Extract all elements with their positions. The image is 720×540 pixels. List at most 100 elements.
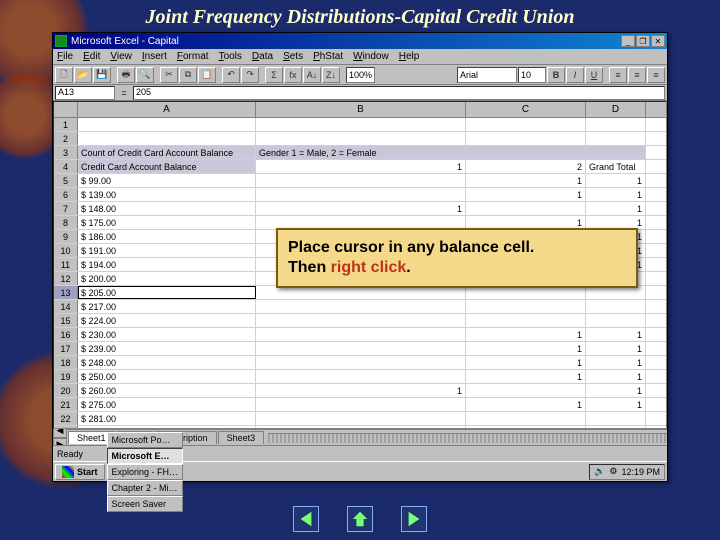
cell[interactable] — [466, 412, 586, 425]
cell[interactable] — [466, 426, 586, 428]
row-17[interactable]: 17$ 239.0011 — [54, 342, 666, 356]
row-header[interactable]: 20 — [54, 384, 78, 397]
cell[interactable]: 1 — [586, 174, 646, 187]
sort-desc-button[interactable]: Z↓ — [322, 67, 340, 83]
cell[interactable] — [256, 188, 466, 201]
cell[interactable] — [256, 314, 466, 327]
row-header[interactable]: 4 — [54, 160, 78, 173]
new-button[interactable]: 🗋 — [55, 67, 73, 83]
close-button[interactable]: ✕ — [651, 35, 665, 47]
row-5[interactable]: 5$ 99.0011 — [54, 174, 666, 188]
menu-sets[interactable]: Sets — [283, 51, 303, 62]
row-4[interactable]: 4Credit Card Account Balance12Grand Tota… — [54, 160, 666, 174]
row-3[interactable]: 3Count of Credit Card Account BalanceGen… — [54, 146, 666, 160]
cell[interactable]: $ 260.00 — [78, 384, 256, 397]
taskbar-item[interactable]: Microsoft E… — [107, 448, 184, 464]
row-header[interactable]: 22 — [54, 412, 78, 425]
taskbar-item[interactable]: Microsoft Po… — [107, 432, 184, 448]
cell[interactable] — [586, 412, 646, 425]
cell[interactable]: 1 — [466, 342, 586, 355]
cell[interactable]: 1 — [586, 384, 646, 397]
cell[interactable] — [586, 300, 646, 313]
font-name-select[interactable]: Arial — [457, 67, 517, 83]
cell[interactable] — [256, 300, 466, 313]
cell[interactable] — [466, 384, 586, 397]
row-header[interactable]: 12 — [54, 272, 78, 285]
row-header[interactable]: 6 — [54, 188, 78, 201]
cell[interactable] — [256, 342, 466, 355]
cell[interactable] — [256, 412, 466, 425]
cell[interactable]: 1 — [256, 160, 466, 173]
sheet-tab-sheet3[interactable]: Sheet3 — [218, 431, 265, 444]
menu-window[interactable]: Window — [353, 51, 389, 62]
cell[interactable] — [466, 146, 586, 159]
sort-asc-button[interactable]: A↓ — [303, 67, 321, 83]
row-19[interactable]: 19$ 250.0011 — [54, 370, 666, 384]
cell[interactable]: 1 — [586, 202, 646, 215]
cell[interactable]: 1 — [466, 356, 586, 369]
save-button[interactable]: 💾 — [93, 67, 111, 83]
row-15[interactable]: 15$ 224.00 — [54, 314, 666, 328]
cell[interactable] — [586, 118, 646, 131]
cell[interactable]: Grand Total — [586, 160, 646, 173]
cell[interactable]: $ 250.00 — [78, 370, 256, 383]
row-header[interactable]: 18 — [54, 356, 78, 369]
cell[interactable]: $ 239.00 — [78, 342, 256, 355]
menu-tools[interactable]: Tools — [219, 51, 242, 62]
home-slide-button[interactable] — [347, 506, 373, 532]
system-tray[interactable]: 🔊 ⚙ 12:19 PM — [589, 464, 665, 480]
menu-view[interactable]: View — [110, 51, 132, 62]
row-header[interactable]: 19 — [54, 370, 78, 383]
row-header[interactable]: 14 — [54, 300, 78, 313]
autosum-button[interactable]: Σ — [265, 67, 283, 83]
row-header[interactable]: 23 — [54, 426, 78, 428]
preview-button[interactable]: 🔍 — [136, 67, 154, 83]
cell[interactable]: $ 194.00 — [78, 258, 256, 271]
row-header[interactable]: 16 — [54, 328, 78, 341]
menu-file[interactable]: File — [57, 51, 73, 62]
row-1[interactable]: 1 — [54, 118, 666, 132]
cell[interactable]: 1 — [466, 328, 586, 341]
cell[interactable]: 1 — [256, 202, 466, 215]
row-header[interactable]: 2 — [54, 132, 78, 145]
row-header[interactable]: 21 — [54, 398, 78, 411]
cell[interactable]: 1 — [586, 356, 646, 369]
menu-edit[interactable]: Edit — [83, 51, 100, 62]
cell[interactable]: $ 205.00 — [78, 286, 256, 299]
cell[interactable]: Credit Card Account Balance — [78, 160, 256, 173]
cell[interactable]: 1 — [466, 174, 586, 187]
cell[interactable]: 1 — [586, 370, 646, 383]
cell[interactable] — [256, 328, 466, 341]
row-21[interactable]: 21$ 275.0011 — [54, 398, 666, 412]
align-center-button[interactable]: ≡ — [628, 67, 646, 83]
cell[interactable]: $ 291.00 — [78, 426, 256, 428]
name-box[interactable]: A13 — [55, 86, 115, 100]
menu-format[interactable]: Format — [177, 51, 209, 62]
taskbar-item[interactable]: Exploring - FH… — [107, 464, 184, 480]
cell[interactable] — [256, 370, 466, 383]
row-header[interactable]: 13 — [54, 286, 78, 299]
row-6[interactable]: 6$ 139.0011 — [54, 188, 666, 202]
maximize-button[interactable]: ❐ — [636, 35, 650, 47]
cell[interactable] — [586, 426, 646, 428]
cell[interactable]: $ 148.00 — [78, 202, 256, 215]
print-button[interactable]: 🖶 — [117, 67, 135, 83]
cell[interactable]: 1 — [466, 188, 586, 201]
row-header[interactable]: 15 — [54, 314, 78, 327]
cell[interactable]: $ 186.00 — [78, 230, 256, 243]
italic-button[interactable]: I — [566, 67, 584, 83]
row-header[interactable]: 10 — [54, 244, 78, 257]
undo-button[interactable]: ↶ — [222, 67, 240, 83]
cell[interactable]: 1 — [586, 398, 646, 411]
menu-insert[interactable]: Insert — [142, 51, 167, 62]
cell[interactable] — [466, 118, 586, 131]
cell[interactable] — [256, 132, 466, 145]
col-header-b[interactable]: B — [256, 102, 466, 117]
cell[interactable]: Gender 1 = Male, 2 = Female — [256, 146, 466, 159]
underline-button[interactable]: U — [585, 67, 603, 83]
start-button[interactable]: Start — [55, 464, 105, 480]
cell[interactable]: 2 — [466, 160, 586, 173]
minimize-button[interactable]: _ — [621, 35, 635, 47]
cell[interactable]: Count of Credit Card Account Balance — [78, 146, 256, 159]
cell[interactable]: $ 275.00 — [78, 398, 256, 411]
